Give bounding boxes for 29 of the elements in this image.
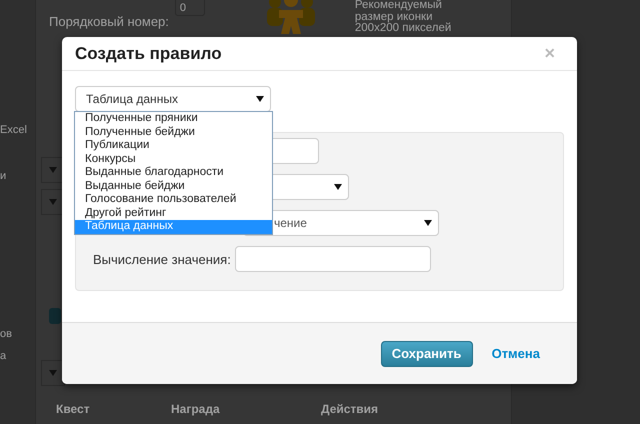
- caret-icon: [49, 199, 57, 205]
- dropdown-option[interactable]: Конкурсы: [75, 152, 272, 166]
- caret-icon: [49, 167, 57, 173]
- order-field[interactable]: 0: [174, 0, 205, 16]
- caret-icon: [256, 96, 264, 102]
- input-field[interactable]: [234, 246, 431, 272]
- text-fragment: ов: [0, 328, 13, 340]
- dropdown-option[interactable]: Полученные бейджи: [75, 126, 272, 139]
- field-label: Вычисление значения:: [93, 252, 231, 266]
- save-button[interactable]: Сохранить: [380, 340, 473, 366]
- dropdown-option[interactable]: Полученные пряники: [75, 112, 272, 126]
- source-select[interactable]: Таблица данных: [75, 86, 271, 112]
- button-edge[interactable]: [49, 308, 61, 324]
- dropdown-option[interactable]: Выданные благодарности: [75, 166, 272, 180]
- dropdown-option[interactable]: Голосование пользователей: [75, 193, 272, 206]
- caret-icon: [334, 184, 342, 190]
- dropdown-option[interactable]: Публикации: [75, 139, 272, 152]
- column-header: Награда: [171, 402, 221, 416]
- text-fragment: Excel: [0, 124, 28, 136]
- dialog-title: Создать правило: [75, 44, 222, 64]
- text-fragment: и: [0, 170, 8, 182]
- column-header: Квест: [56, 402, 91, 416]
- dropdown-option[interactable]: Выданные бейджи: [75, 180, 272, 193]
- column-header: Действия: [321, 402, 380, 416]
- caret-icon: [424, 220, 432, 226]
- text-fragment: а: [0, 350, 8, 362]
- order-label: Порядковый номер:: [49, 14, 169, 29]
- caret-icon: [49, 370, 57, 376]
- cancel-link[interactable]: Отмена: [492, 346, 540, 361]
